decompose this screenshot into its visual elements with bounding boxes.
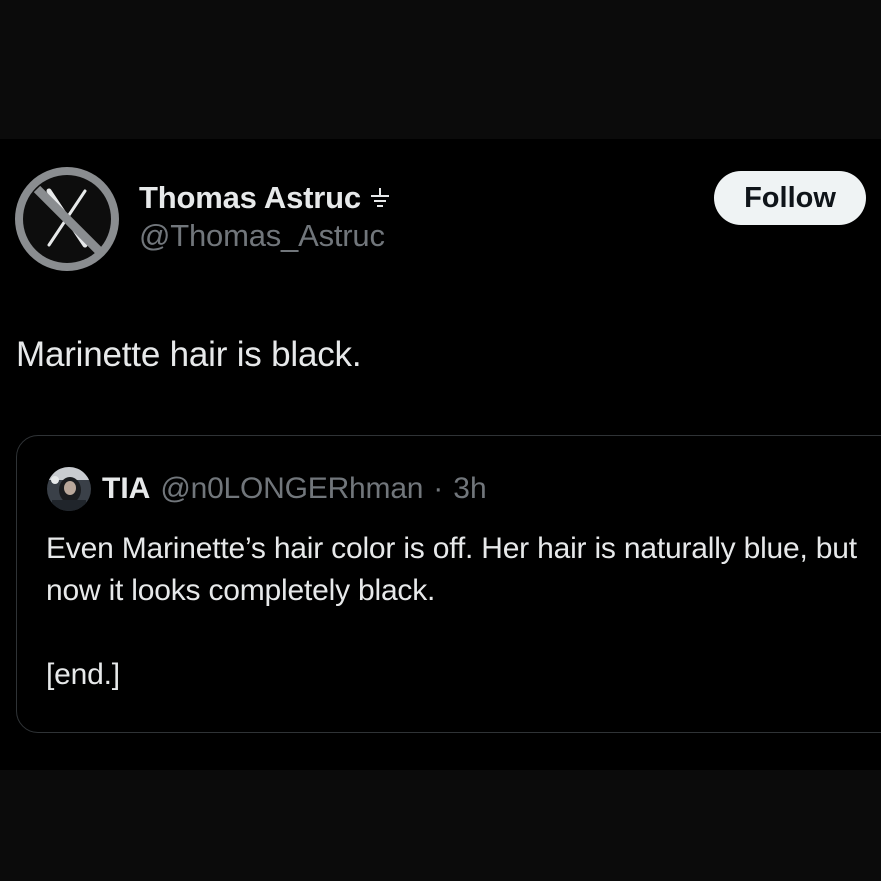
crossed-out-x-logo-icon — [15, 167, 119, 271]
top-letterbox — [0, 0, 881, 139]
ground-symbol-icon — [369, 186, 391, 210]
bottom-letterbox — [0, 770, 881, 881]
quoted-author-handle[interactable]: @n0LONGERhman — [160, 472, 423, 506]
author-display-name[interactable]: Thomas Astruc — [139, 180, 361, 216]
quoted-post-end-text: [end.] — [46, 658, 120, 691]
quoted-separator: · — [433, 472, 444, 505]
quoted-post-body: Even Marinette’s hair color is off. Her … — [46, 528, 866, 696]
quoted-post-time[interactable]: 3h — [453, 472, 486, 506]
quoted-post-header: TIA @n0LONGERhman · 3h — [46, 466, 487, 512]
author-handle[interactable]: @Thomas_Astruc — [139, 218, 385, 254]
author-name-row: Thomas Astruc — [139, 176, 391, 220]
author-avatar[interactable] — [15, 167, 119, 271]
post-text: Marinette hair is black. — [16, 335, 362, 374]
follow-button[interactable]: Follow — [714, 171, 866, 225]
quoted-author-display-name[interactable]: TIA — [102, 472, 150, 506]
user-avatar-icon[interactable] — [46, 466, 92, 512]
quoted-post-text: Even Marinette’s hair color is off. Her … — [46, 532, 857, 607]
